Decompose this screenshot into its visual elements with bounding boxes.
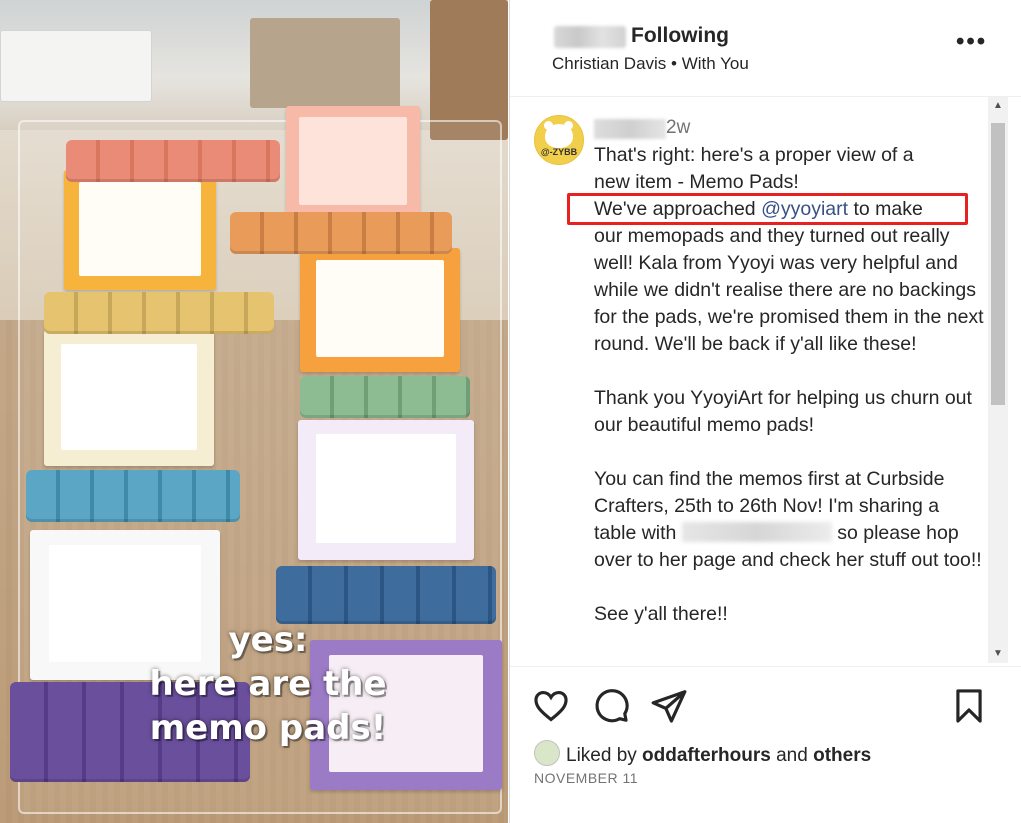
- more-options-icon[interactable]: •••: [956, 28, 987, 56]
- washi-tape-row: [44, 292, 274, 334]
- caption-scrollbar[interactable]: ▲ ▼: [988, 97, 1008, 663]
- memo-pad: [298, 420, 474, 560]
- scroll-down-arrow-icon[interactable]: ▼: [988, 645, 1008, 663]
- blurred-author-name[interactable]: [594, 119, 666, 139]
- caption-area: @-ZYBB 2w That's right: here's a proper …: [510, 97, 1021, 663]
- post-header: Following Christian Davis • With You •••: [510, 0, 1021, 97]
- blurred-mention[interactable]: [681, 522, 832, 542]
- caption-paragraph: our memopads and they turned out really …: [594, 225, 984, 355]
- bookmark-icon[interactable]: [950, 687, 988, 725]
- heart-icon[interactable]: [532, 687, 570, 725]
- caption-paragraph: Thank you YyoyiArt for helping us churn …: [594, 387, 972, 436]
- share-icon[interactable]: [650, 687, 688, 725]
- memo-pad: [300, 248, 460, 372]
- memo-pad: [64, 170, 216, 290]
- scroll-up-arrow-icon[interactable]: ▲: [988, 97, 1008, 115]
- caption-paragraph: You can find the memos first at Curbside…: [594, 466, 986, 574]
- video-overlay-text: yes: here are the memo pads!: [118, 618, 418, 750]
- avatar-text: @-ZYBB: [540, 147, 578, 157]
- caption-line: That's right: here's a proper view of a: [594, 144, 914, 166]
- background-box: [430, 0, 508, 140]
- memo-pad: [44, 330, 214, 466]
- washi-tape-row: [276, 566, 496, 624]
- liker-avatar[interactable]: [534, 740, 560, 766]
- memo-pad: [286, 106, 420, 218]
- washi-tape-row: [300, 376, 470, 418]
- timestamp: 2w: [666, 117, 691, 138]
- washi-tape-row: [230, 212, 452, 254]
- post-date[interactable]: NOVEMBER 11: [534, 770, 638, 786]
- action-bar: [510, 666, 1021, 727]
- following-button[interactable]: Following: [631, 24, 729, 48]
- author-avatar[interactable]: @-ZYBB: [534, 115, 584, 165]
- likes-others-link[interactable]: others: [813, 745, 871, 766]
- likes-summary: Liked by oddafterhours and others: [534, 740, 871, 767]
- washi-tape-row: [66, 140, 280, 182]
- scrollbar-thumb[interactable]: [991, 123, 1005, 405]
- avatar-face: [545, 124, 573, 148]
- comment-icon[interactable]: [592, 687, 630, 725]
- post-media[interactable]: yes: here are the memo pads!: [0, 0, 508, 823]
- likes-prefix: Liked by: [566, 745, 643, 766]
- likes-middle: and: [770, 745, 814, 766]
- overlay-line: memo pads!: [149, 708, 387, 748]
- red-highlight-box: [567, 193, 968, 225]
- post-side-panel: Following Christian Davis • With You •••…: [509, 0, 1021, 823]
- caption-line: new item - Memo Pads!: [594, 171, 799, 193]
- liker-username-link[interactable]: oddafterhours: [642, 745, 771, 766]
- collab-subtitle[interactable]: Christian Davis • With You: [552, 54, 749, 74]
- caption-paragraph: See y'all there!!: [594, 603, 728, 625]
- overlay-line: yes:: [228, 620, 308, 660]
- background-box: [0, 30, 152, 102]
- blurred-username: [554, 26, 626, 48]
- overlay-line: here are the: [149, 664, 387, 704]
- background-box: [250, 18, 400, 108]
- washi-tape-row: [26, 470, 240, 522]
